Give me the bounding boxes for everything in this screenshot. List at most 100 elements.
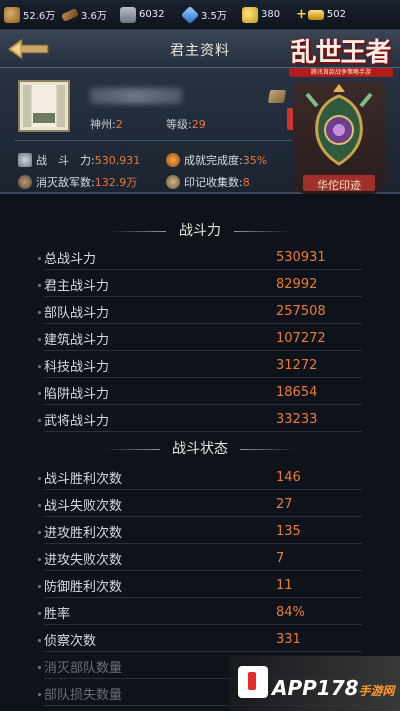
logo-text: 乱世王者: [290, 38, 391, 68]
region-value: 2: [115, 118, 123, 131]
edit-name-icon[interactable]: [267, 90, 287, 103]
stone-icon: [120, 6, 136, 23]
list-item: 科技战斗力 31272: [38, 354, 362, 378]
stat-label: 陷阱战斗力: [44, 387, 110, 402]
stat-value: 135: [276, 524, 301, 539]
watermark: APP178手游网: [230, 656, 400, 711]
stat-value: 146: [276, 470, 301, 485]
level-value: 29: [191, 118, 206, 131]
achievement-value: 35%: [242, 153, 268, 167]
stat-label: 进攻失败次数: [44, 553, 123, 568]
resource-wood[interactable]: 3.6万: [61, 0, 120, 30]
seal-stat[interactable]: 印记收集数: 8: [166, 174, 250, 190]
list-item: 建筑战斗力 107272: [38, 327, 362, 351]
section-header-battle: 战斗状态: [0, 434, 400, 464]
section-header-power: 战斗力: [0, 216, 400, 246]
stat-value: 530931: [276, 250, 326, 265]
kills-stat: 消灭敌军数: 132.9万: [18, 174, 137, 190]
resource-gold-value: 502: [326, 9, 346, 20]
stats-list[interactable]: 战斗力 总战斗力 530931 君主战斗力 82992 部队战斗力 257508 建筑…: [0, 196, 400, 711]
stat-label: 部队战斗力: [44, 306, 110, 321]
stat-label: 战斗胜利次数: [44, 472, 123, 487]
resource-iron[interactable]: 3.5万: [180, 0, 242, 30]
stat-value: 257508: [276, 304, 326, 319]
emblem-card[interactable]: 华佗印迹: [293, 82, 385, 194]
level-label: 等级:: [166, 118, 192, 131]
section-title-battle: 战斗状态: [172, 441, 228, 457]
add-icon[interactable]: +: [296, 7, 307, 22]
divider: [110, 231, 166, 232]
emblem-label: 华佗印迹: [317, 179, 361, 192]
game-logo: 乱世王者 腾讯首款战争策略手游: [281, 30, 400, 82]
coin-icon: [242, 6, 258, 23]
list-item: 防御胜利次数 11: [38, 574, 362, 598]
list-item: 总战斗力 530931: [38, 246, 362, 270]
list-item: 进攻失败次数 7: [38, 547, 362, 571]
gold-icon: [307, 9, 324, 20]
stat-label: 侦察次数: [44, 634, 97, 649]
stat-label: 武将战斗力: [44, 414, 110, 429]
logo-subtitle-banner: 腾讯首款战争策略手游: [289, 68, 393, 77]
helmet-icon: [18, 175, 32, 189]
avatar[interactable]: [18, 80, 70, 132]
stat-value: 33233: [276, 412, 318, 427]
divider: [14, 140, 292, 141]
list-item: 战斗胜利次数 146: [38, 466, 362, 490]
resource-stone-value: 6032: [139, 9, 165, 20]
stat-label: 君主战斗力: [44, 279, 110, 294]
watermark-main: APP178: [272, 676, 359, 700]
achievement-stat[interactable]: 成就完成度: 35%: [166, 152, 267, 168]
food-icon: [4, 6, 20, 23]
resource-food[interactable]: 52.6万: [4, 0, 62, 30]
kills-value: 132.9万: [94, 176, 138, 189]
emblem-crest-icon: [305, 84, 373, 166]
power-value: 530,931: [94, 153, 141, 167]
resource-stone[interactable]: 6032: [120, 0, 182, 30]
stat-label: 防御胜利次数: [44, 580, 123, 595]
resource-bar: 52.6万 3.6万 6032 3.5万 380 + 502: [0, 0, 400, 30]
list-item: 部队战斗力 257508: [38, 300, 362, 324]
watermark-logo-icon: [238, 666, 268, 698]
stat-label: 战斗失败次数: [44, 499, 123, 514]
divider: [234, 231, 290, 232]
wood-icon: [61, 7, 79, 22]
watermark-text: APP178手游网: [272, 676, 395, 700]
stat-value: 27: [276, 497, 293, 512]
stat-value: 107272: [276, 331, 326, 346]
stat-label: 科技战斗力: [44, 360, 110, 375]
section-title-power: 战斗力: [179, 223, 221, 239]
stat-value: 331: [276, 632, 301, 647]
resource-coin-value: 380: [261, 9, 281, 20]
resource-gold[interactable]: + 502: [296, 0, 358, 30]
region-label: 神州:: [90, 118, 116, 131]
power-label: 战 斗 力:: [36, 154, 95, 167]
list-item: 胜率 84%: [38, 601, 362, 625]
seal-label: 印记收集数:: [184, 176, 243, 189]
resource-iron-value: 3.5万: [201, 11, 227, 22]
resource-food-value: 52.6万: [23, 11, 56, 22]
stat-label: 进攻胜利次数: [44, 526, 123, 541]
resource-wood-value: 3.6万: [81, 11, 107, 22]
player-name-blurred: [90, 88, 182, 104]
list-item: 武将战斗力 33233: [38, 408, 362, 432]
stat-label: 胜率: [44, 607, 71, 622]
list-item: 君主战斗力 82992: [38, 273, 362, 297]
list-item: 进攻胜利次数 135: [38, 520, 362, 544]
stat-value: 31272: [276, 358, 318, 373]
stat-label: 总战斗力: [44, 252, 97, 267]
divider: [240, 449, 296, 450]
watermark-sub: 手游网: [358, 684, 395, 698]
iron-icon: [180, 5, 200, 24]
power-stat: 战 斗 力: 530,931: [18, 152, 140, 168]
list-item: 侦察次数 331: [38, 628, 362, 652]
level-info: 等级:29: [166, 116, 206, 132]
stat-value: 18654: [276, 385, 318, 400]
divider: [104, 449, 160, 450]
avatar-image: [23, 85, 65, 127]
stat-label: 建筑战斗力: [44, 333, 110, 348]
resource-coin[interactable]: 380: [242, 0, 296, 30]
seal-icon: [166, 175, 180, 189]
stat-value: 7: [276, 551, 285, 566]
list-item: 战斗失败次数 27: [38, 493, 362, 517]
list-item: 陷阱战斗力 18654: [38, 381, 362, 405]
